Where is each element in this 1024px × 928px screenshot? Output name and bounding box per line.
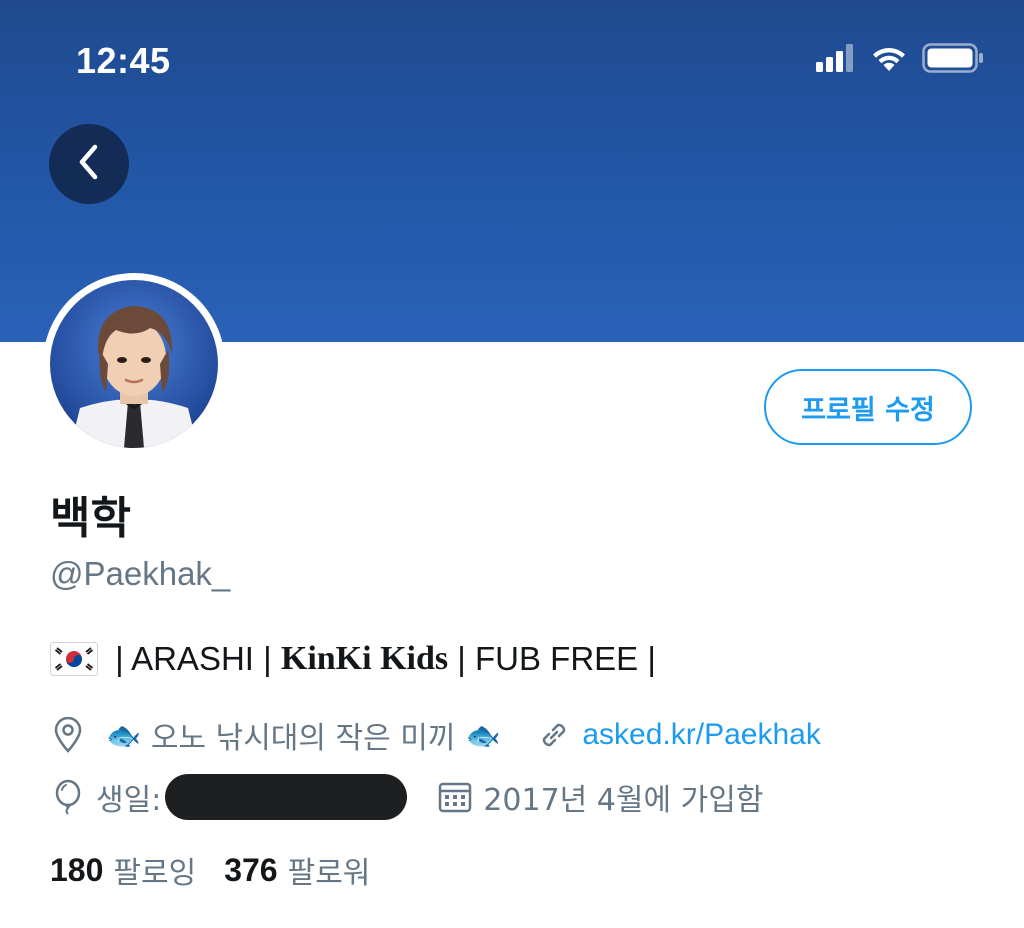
following-count: 180: [50, 851, 104, 888]
cellular-signal-icon: [816, 44, 856, 76]
user-handle: @Paekhak_: [50, 555, 231, 592]
south-korea-flag-icon: [50, 642, 98, 676]
back-button[interactable]: [49, 124, 129, 204]
join-date-text: 2017년 4월에 가입함: [483, 783, 764, 818]
chevron-left-icon: [74, 142, 104, 186]
followers-link[interactable]: 376 팔로워: [224, 848, 370, 892]
website-link[interactable]: asked.kr/Paekhak: [582, 718, 820, 752]
calendar-icon: [437, 779, 473, 815]
meta-row-location: 🐟 오노 낚시대의 작은 미끼 🐟 asked.kr/Paekhak: [50, 713, 821, 757]
wifi-icon: [870, 44, 908, 76]
avatar[interactable]: [43, 273, 225, 455]
location: 🐟 오노 낚시대의 작은 미끼 🐟: [50, 713, 510, 757]
following-label: 팔로잉: [113, 856, 197, 891]
birthday-label: 생일:: [96, 783, 162, 818]
profile-bio: | ARASHI | KinKi Kids | FUB FREE |: [50, 640, 656, 678]
meta-row-dates: 생일: 2017년 4월에 가입함: [50, 774, 763, 820]
bio-text-3: | FUB FREE |: [448, 640, 656, 677]
fish-emoji-left: 🐟: [106, 718, 141, 752]
follow-stats: 180 팔로잉 376 팔로워: [50, 848, 370, 892]
edit-profile-button[interactable]: 프로필 수정: [764, 369, 972, 445]
following-link[interactable]: 180 팔로잉: [50, 848, 196, 892]
join-date: 2017년 4월에 가입함: [437, 775, 763, 819]
battery-icon: [922, 43, 984, 77]
location-text: 오노 낚시대의 작은 미끼: [150, 721, 456, 756]
birthday: 생일:: [50, 774, 408, 820]
location-pin-icon: [50, 717, 86, 753]
bio-text-1: | ARASHI |: [106, 640, 281, 677]
redacted-birthday: [165, 774, 408, 820]
status-time: 12:45: [76, 40, 171, 81]
bio-text-2: KinKi Kids: [280, 640, 449, 677]
followers-count: 376: [224, 851, 278, 888]
display-name: 백학: [50, 493, 131, 544]
status-icons: [816, 42, 984, 78]
profile-screen: 12:45 프로필 수정 백학 @Paekhak_ | ARASHI | Kin…: [0, 0, 1024, 928]
website[interactable]: asked.kr/Paekhak: [536, 717, 821, 753]
avatar-image: [50, 280, 218, 448]
followers-label: 팔로워: [287, 856, 371, 891]
link-icon: [536, 717, 572, 753]
balloon-icon: [50, 779, 86, 815]
fish-emoji-right: 🐟: [465, 718, 501, 752]
